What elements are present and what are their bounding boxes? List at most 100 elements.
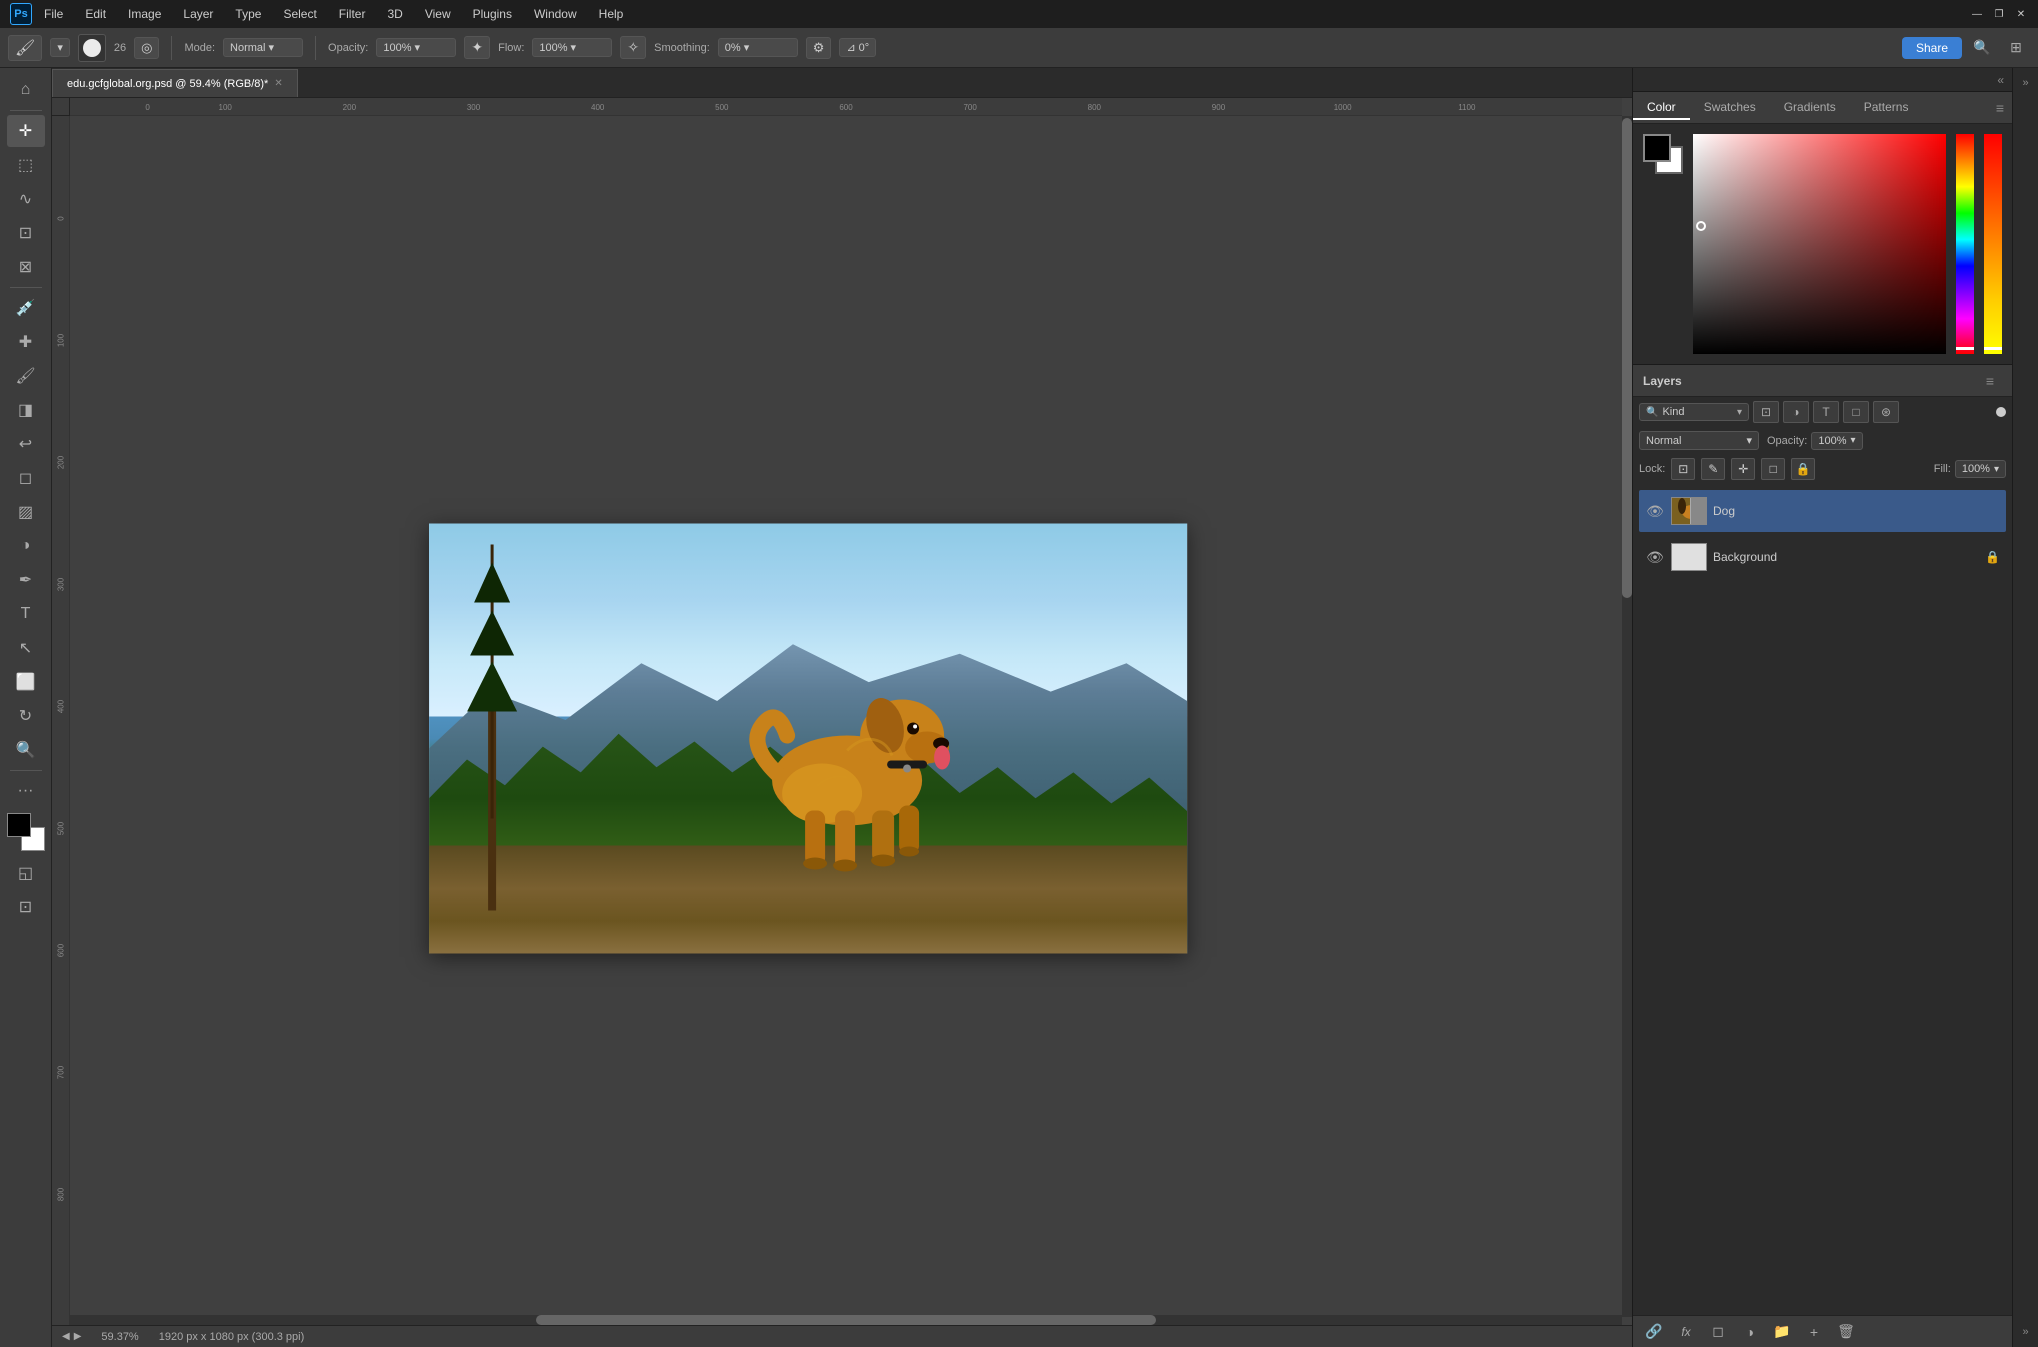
- layers-menu-button[interactable]: ≡: [1978, 373, 2002, 389]
- opacity-select[interactable]: 100% ▾: [376, 38, 456, 57]
- menu-layer[interactable]: Layer: [179, 5, 217, 23]
- scroll-thumb-h[interactable]: [536, 1315, 1157, 1325]
- foreground-color-swatch[interactable]: [1643, 134, 1671, 162]
- delete-layer-button[interactable]: 🗑: [1833, 1321, 1859, 1343]
- eraser-tool[interactable]: ◻: [7, 462, 45, 494]
- quick-mask-tool[interactable]: ◱: [7, 857, 45, 889]
- tab-color[interactable]: Color: [1633, 96, 1690, 120]
- restore-button[interactable]: ❐: [1992, 7, 2006, 21]
- smoothing-airbrush-button[interactable]: ✧: [620, 36, 646, 59]
- smoothing-select[interactable]: 0% ▾: [718, 38, 798, 57]
- pen-tool[interactable]: ✒: [7, 564, 45, 596]
- scrollbar-vertical[interactable]: [1622, 116, 1632, 1317]
- lock-position-button[interactable]: ✎: [1701, 458, 1725, 480]
- brush-settings-button[interactable]: ▾: [50, 38, 70, 57]
- layers-filter-search[interactable]: 🔍 Kind ▾: [1639, 403, 1749, 421]
- path-selection-tool[interactable]: ↖: [7, 632, 45, 664]
- layer-row-dog[interactable]: 👁 Dog: [1639, 490, 2006, 532]
- search-button[interactable]: 🔍: [1968, 34, 1996, 62]
- filter-smart-button[interactable]: ⊛: [1873, 401, 1899, 423]
- filter-pixel-button[interactable]: ⊡: [1753, 401, 1779, 423]
- stamp-tool[interactable]: ◨: [7, 394, 45, 426]
- scrollbar-horizontal[interactable]: [70, 1315, 1622, 1325]
- menu-help[interactable]: Help: [595, 5, 628, 23]
- color-panel-menu-button[interactable]: ≡: [1988, 100, 2012, 116]
- smoothing-settings-button[interactable]: ⚙: [806, 37, 832, 59]
- new-fill-layer-button[interactable]: ◑: [1737, 1321, 1763, 1343]
- eyedropper-tool[interactable]: 💉: [7, 292, 45, 324]
- minimize-button[interactable]: —: [1970, 7, 1984, 21]
- menu-file[interactable]: File: [40, 5, 67, 23]
- layer-visibility-background[interactable]: 👁: [1645, 549, 1665, 566]
- type-tool[interactable]: T: [7, 598, 45, 630]
- screen-mode-tool[interactable]: ⊡: [7, 891, 45, 923]
- menu-filter[interactable]: Filter: [335, 5, 370, 23]
- add-mask-button[interactable]: ◻: [1705, 1321, 1731, 1343]
- color-hue-bar[interactable]: [1956, 134, 1974, 354]
- color-swatches[interactable]: [7, 813, 45, 851]
- panel-collapse-button[interactable]: «: [1997, 73, 2004, 87]
- filter-toggle-dot[interactable]: [1996, 407, 2006, 417]
- view-options-button[interactable]: ⊞: [2002, 34, 2030, 62]
- brush-preview[interactable]: [78, 34, 106, 62]
- crop-tool[interactable]: ⊠: [7, 251, 45, 283]
- filter-type-button[interactable]: T: [1813, 401, 1839, 423]
- tab-patterns[interactable]: Patterns: [1850, 96, 1923, 120]
- menu-select[interactable]: Select: [279, 5, 320, 23]
- healing-tool[interactable]: ✚: [7, 326, 45, 358]
- lock-artboard-button[interactable]: ✛: [1731, 458, 1755, 480]
- scroll-right-arrow[interactable]: ▶: [74, 1331, 82, 1342]
- gradient-tool[interactable]: ▨: [7, 496, 45, 528]
- share-button[interactable]: Share: [1902, 37, 1962, 59]
- layer-row-background[interactable]: 👁 Background 🔒: [1639, 536, 2006, 578]
- brush-tool-button[interactable]: 🖌: [8, 35, 42, 61]
- flow-select[interactable]: 100% ▾: [532, 38, 612, 57]
- scroll-left-arrow[interactable]: ◀: [62, 1331, 70, 1342]
- fill-input[interactable]: 100% ▾: [1955, 460, 2006, 478]
- color-picker-gradient[interactable]: [1693, 134, 1946, 354]
- lock-icon-button[interactable]: 🔒: [1791, 458, 1815, 480]
- blend-mode-select[interactable]: Normal ▾: [1639, 431, 1759, 450]
- active-tab[interactable]: edu.gcfglobal.org.psd @ 59.4% (RGB/8)* ✕: [52, 69, 298, 97]
- filter-adjustment-button[interactable]: ◑: [1783, 401, 1809, 423]
- mode-select[interactable]: Normal ▾: [223, 38, 303, 57]
- foreground-color-swatch[interactable]: [7, 813, 31, 837]
- home-tool[interactable]: ⌂: [7, 74, 45, 106]
- tab-close-button[interactable]: ✕: [274, 78, 282, 89]
- zoom-tool[interactable]: 🔍: [7, 734, 45, 766]
- new-group-button[interactable]: 📁: [1769, 1321, 1795, 1343]
- mini-collapse-button[interactable]: »: [2015, 72, 2037, 94]
- tab-gradients[interactable]: Gradients: [1770, 96, 1850, 120]
- selection-tool[interactable]: ⬚: [7, 149, 45, 181]
- opacity-input[interactable]: 100% ▾: [1811, 432, 1862, 450]
- filter-shape-button[interactable]: □: [1843, 401, 1869, 423]
- brush-tool[interactable]: 🖌: [7, 360, 45, 392]
- scroll-thumb-v[interactable]: [1622, 118, 1632, 598]
- airbrush-button[interactable]: ✦: [464, 36, 490, 59]
- link-layers-button[interactable]: 🔗: [1641, 1321, 1667, 1343]
- close-button[interactable]: ✕: [2014, 7, 2028, 21]
- fx-button[interactable]: fx: [1673, 1321, 1699, 1343]
- lock-pixels-button[interactable]: ⊡: [1671, 458, 1695, 480]
- menu-edit[interactable]: Edit: [81, 5, 110, 23]
- mini-collapse-bottom-button[interactable]: »: [2015, 1321, 2037, 1343]
- lasso-tool[interactable]: ∿: [7, 183, 45, 215]
- history-brush-tool[interactable]: ↩: [7, 428, 45, 460]
- lock-all-button[interactable]: □: [1761, 458, 1785, 480]
- rotate-tool[interactable]: ↻: [7, 700, 45, 732]
- more-tools[interactable]: ···: [7, 775, 45, 807]
- menu-3d[interactable]: 3D: [383, 5, 406, 23]
- move-tool[interactable]: ✛: [7, 115, 45, 147]
- menu-view[interactable]: View: [421, 5, 455, 23]
- menu-plugins[interactable]: Plugins: [469, 5, 516, 23]
- brush-options-button[interactable]: ◎: [134, 37, 159, 59]
- color-extra-bar[interactable]: [1984, 134, 2002, 354]
- tab-swatches[interactable]: Swatches: [1690, 96, 1770, 120]
- layer-visibility-dog[interactable]: 👁: [1645, 503, 1665, 520]
- angle-button[interactable]: ⊿ 0°: [839, 38, 876, 57]
- menu-window[interactable]: Window: [530, 5, 581, 23]
- rectangle-tool[interactable]: ⬜: [7, 666, 45, 698]
- menu-image[interactable]: Image: [124, 5, 165, 23]
- menu-type[interactable]: Type: [231, 5, 265, 23]
- object-selection-tool[interactable]: ⊡: [7, 217, 45, 249]
